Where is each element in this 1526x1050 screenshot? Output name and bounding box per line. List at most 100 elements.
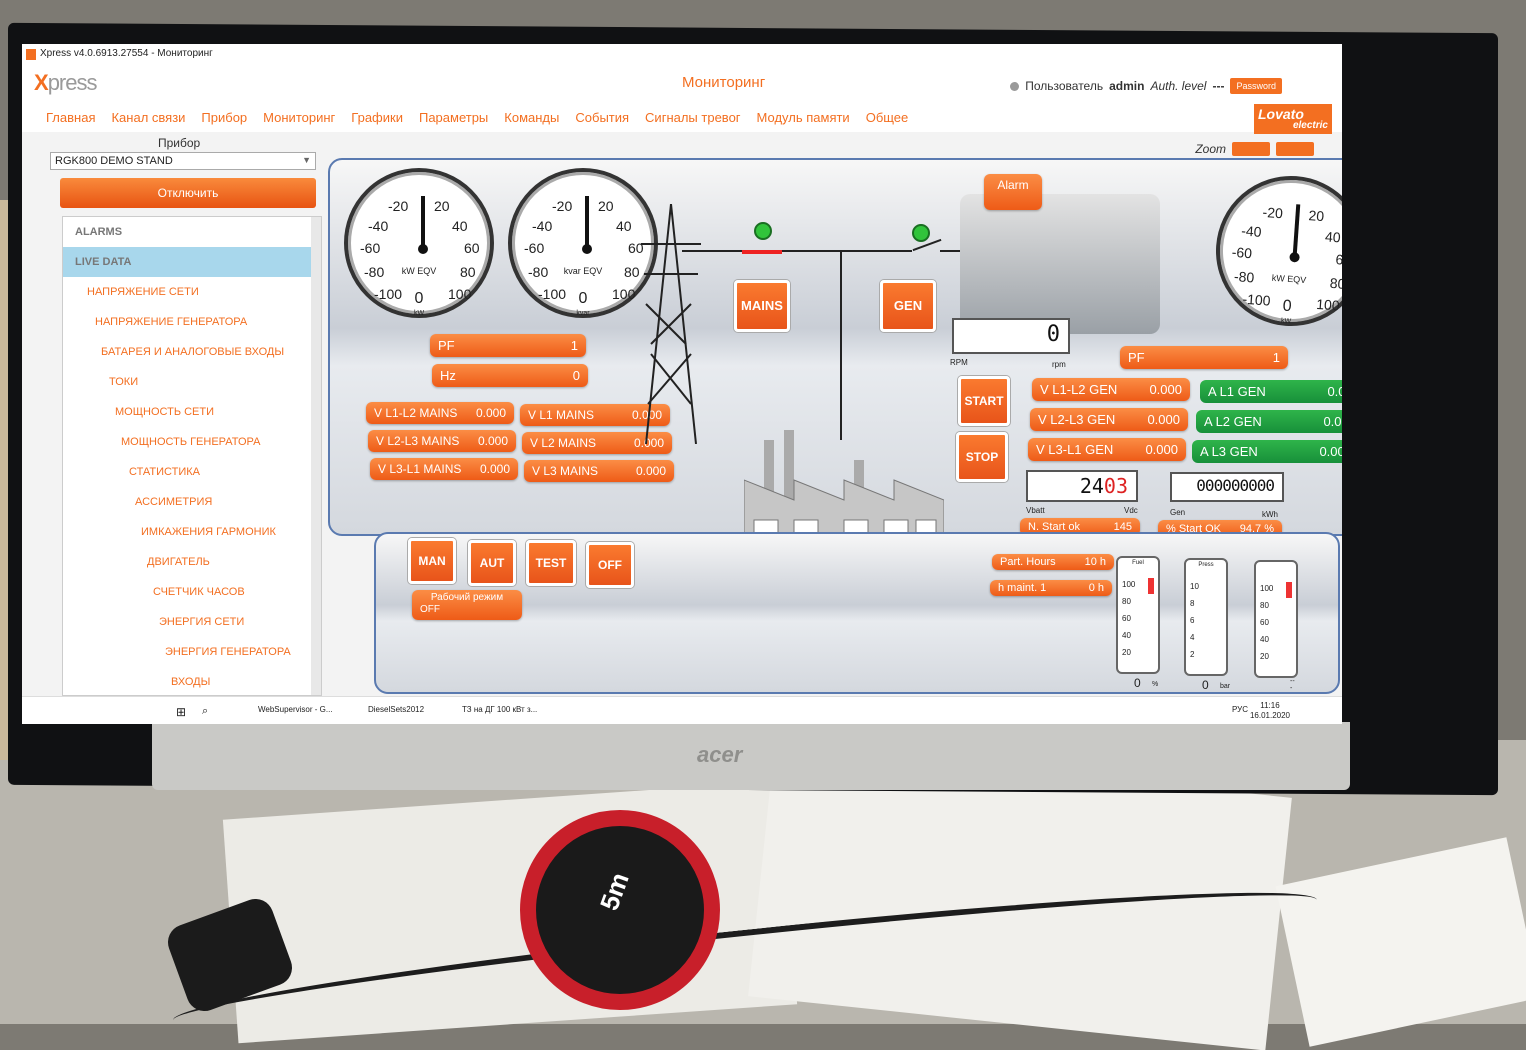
menu-item-charts[interactable]: Графики (351, 110, 403, 125)
menu-item-device[interactable]: Прибор (201, 110, 247, 125)
kwh-display: 000000000 (1170, 472, 1284, 502)
sidebar-item[interactable]: ВХОДЫ (63, 667, 321, 695)
busbar (782, 250, 912, 252)
value-label: h maint. 1 (998, 582, 1047, 594)
power-tower-icon (641, 204, 701, 444)
clock-time: 11:16 (1260, 701, 1280, 710)
work-mode: Рабочий режим OFF (412, 590, 522, 620)
sidebar-item[interactable]: ЭНЕРГИЯ ГЕНЕРАТОРА (63, 637, 321, 667)
menu-item-events[interactable]: События (575, 110, 629, 125)
gauge-tick: -20 (388, 198, 409, 214)
hz-value: 0 (572, 368, 580, 383)
mains-button[interactable]: MAINS (734, 280, 790, 332)
sidebar-item[interactable]: НАПРЯЖЕНИЕ СЕТИ (63, 277, 321, 307)
aut-button[interactable]: AUT (468, 540, 516, 586)
meter-tick: 100 (1260, 584, 1274, 593)
menu-item-general[interactable]: Общее (866, 110, 909, 125)
sidebar-item[interactable]: МОЩНОСТЬ СЕТИ (63, 397, 321, 427)
gauge-tick: 60 (464, 240, 480, 256)
menu-item-monitoring[interactable]: Мониторинг (263, 110, 335, 125)
man-button[interactable]: MAN (408, 538, 456, 584)
sidebar-item-live-data[interactable]: LIVE DATA (63, 247, 321, 277)
engine-image (960, 194, 1160, 334)
sidebar-item[interactable]: ЭНЕРГИЯ СЕТИ (63, 607, 321, 637)
menu-item-commands[interactable]: Команды (504, 110, 559, 125)
pf-value: 1 (1272, 350, 1280, 365)
rpm-display: 0 (952, 318, 1070, 354)
gauge-kw-mains: -20 -40 -60 -80 -100 20 40 60 80 100 kW … (344, 168, 494, 318)
sidebar-item[interactable]: МОЩНОСТЬ ГЕНЕРАТОРА (63, 427, 321, 457)
meter-tick: 80 (1260, 601, 1269, 610)
sidebar-item[interactable]: ДВИГАТЕЛЬ (63, 547, 321, 577)
work-mode-label: Рабочий режим (430, 592, 504, 603)
stop-button[interactable]: STOP (956, 432, 1008, 482)
value-label: V L3-L1 GEN (1036, 442, 1114, 457)
gauge-tick: -40 (532, 218, 553, 234)
search-icon[interactable]: ⌕ (202, 705, 208, 718)
gen-button[interactable]: GEN (880, 280, 936, 332)
menu-item-home[interactable]: Главная (46, 110, 95, 125)
a-l3-gen: A L3 GEN 0.000 (1192, 440, 1342, 463)
taskbar-item-folder[interactable]: DieselSets2012 (368, 705, 424, 714)
zoom-in-button[interactable] (1276, 142, 1314, 156)
sidebar-scrollbar[interactable] (311, 217, 321, 695)
meter-tick: 100 (1122, 580, 1136, 589)
password-button[interactable]: Password (1230, 78, 1282, 94)
menu-item-parameters[interactable]: Параметры (419, 110, 488, 125)
value: 0.000 (1145, 442, 1178, 457)
v-l2l3-gen: V L2-L3 GEN 0.000 (1030, 408, 1188, 431)
screen: Xpress v4.0.6913.27554 - Мониторинг – ▢ … (22, 44, 1342, 724)
taskbar-item-chrome[interactable]: WebSupervisor - G... (258, 705, 333, 714)
gauge-needle (421, 196, 425, 248)
windows-start-icon[interactable]: ⊞ (176, 705, 186, 719)
sidebar-item[interactable]: СЧЕТЧИК ЧАСОВ (63, 577, 321, 607)
alarm-indicator[interactable]: Alarm (984, 174, 1042, 210)
value-label: V L2-L3 MAINS (376, 434, 460, 448)
h-maint: h maint. 1 0 h (990, 580, 1112, 596)
mains-line (682, 250, 742, 252)
value: 0.000 (1319, 444, 1342, 459)
gauge-tick: 20 (434, 198, 450, 214)
app-header: Xpress Мониторинг Пользователь admin Aut… (22, 66, 1342, 102)
window-titlebar: Xpress v4.0.6913.27554 - Мониторинг – ▢ … (22, 44, 1342, 66)
temperature-meter: 100 80 60 40 20 --- (1254, 560, 1298, 692)
language-indicator[interactable]: РУС (1232, 705, 1248, 714)
zoom-out-button[interactable] (1232, 142, 1270, 156)
tape-measure: 5m (520, 810, 720, 1010)
meter-unit: % (1152, 681, 1159, 688)
menu-item-channel[interactable]: Канал связи (111, 110, 185, 125)
sidebar-item[interactable]: АССИМЕТРИЯ (63, 487, 321, 517)
zoom-label: Zoom (1195, 142, 1226, 156)
disconnect-button[interactable]: Отключить (60, 178, 316, 208)
sidebar-item[interactable]: ИМКАЖЕНИЯ ГАРМОНИК (63, 517, 321, 547)
taskbar-clock[interactable]: 11:16 16.01.2020 (1250, 701, 1290, 721)
menu-item-alarms[interactable]: Сигналы тревог (645, 110, 741, 125)
sidebar-item[interactable]: БАТАРЕЯ И АНАЛОГОВЫЕ ВХОДЫ (63, 337, 321, 367)
sidebar-item[interactable]: СТАТИСТИКА (63, 457, 321, 487)
v-l1l2-gen: V L1-L2 GEN 0.000 (1032, 378, 1190, 401)
gauge-tick: -40 (368, 218, 389, 234)
value: 0 h (1088, 582, 1104, 594)
gauge-unit: kW EQV (401, 266, 437, 276)
meter-value: 0 (1134, 676, 1141, 690)
temperature-level-bar (1286, 582, 1292, 598)
sidebar-item[interactable]: НАПРЯЖЕНИЕ ГЕНЕРАТОРА (63, 307, 321, 337)
logo-text: press (47, 70, 98, 95)
value-label: A L1 GEN (1208, 384, 1266, 399)
value-label: V L1-L2 GEN (1040, 382, 1118, 397)
sidebar-item[interactable]: ТОКИ (63, 367, 321, 397)
taskbar-item-document[interactable]: ТЗ на ДГ 100 кВт з... (462, 705, 537, 714)
value-label: A L3 GEN (1200, 444, 1258, 459)
sidebar-item-alarms[interactable]: ALARMS (63, 217, 321, 247)
value-label: V L3-L1 MAINS (378, 462, 462, 476)
meter-tick: 4 (1190, 633, 1195, 642)
vbatt-int: 24 (1079, 474, 1104, 498)
device-select[interactable]: RGK800 DEMO STAND ▼ (50, 152, 316, 170)
start-button[interactable]: START (958, 376, 1010, 426)
v-l3l1-gen: V L3-L1 GEN 0.000 (1028, 438, 1186, 461)
user-label: Пользователь (1025, 79, 1104, 93)
off-button[interactable]: OFF (586, 542, 634, 588)
hz-label: Hz (440, 368, 456, 383)
test-button[interactable]: TEST (526, 540, 576, 586)
menu-item-memory[interactable]: Модуль памяти (757, 110, 850, 125)
